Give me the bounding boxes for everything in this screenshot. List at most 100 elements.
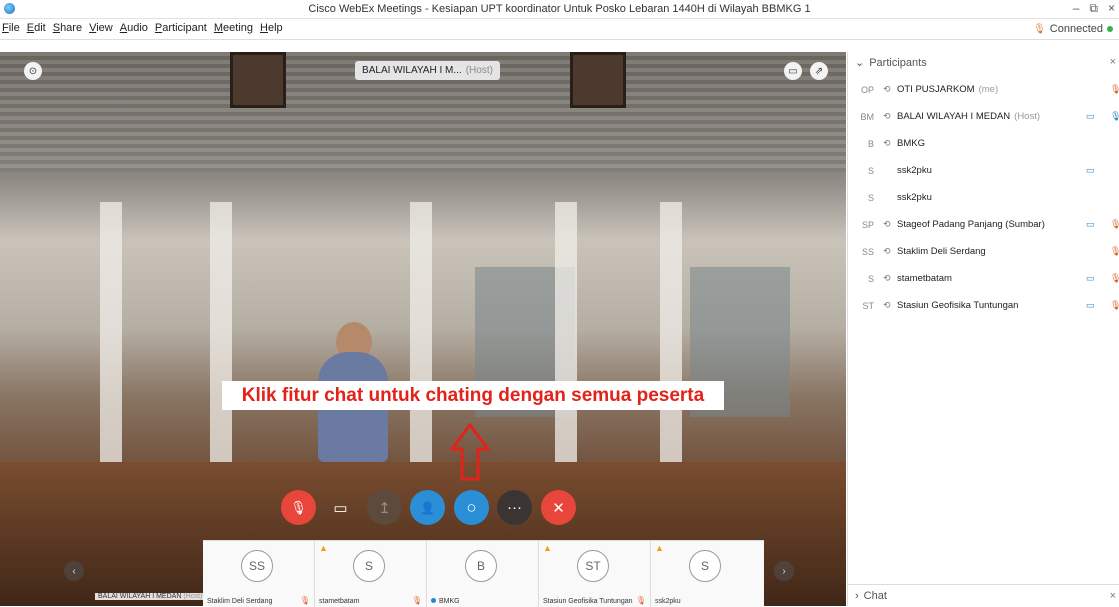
chat-icon: ○ — [466, 497, 477, 517]
participant-row[interactable]: SP ⟲ Stageof Padang Panjang (Sumbar) ▭ 🎙 — [848, 211, 1119, 238]
background-pillar — [210, 202, 232, 502]
menu-file[interactable]: File — [2, 22, 20, 34]
close-panel-icon[interactable]: × — [1110, 56, 1116, 68]
connection-status: 🎙 Connected — [1033, 23, 1113, 35]
share-screen-icon: ↥ — [378, 499, 391, 517]
participant-name: Stasiun Geofisika Tuntungan — [897, 300, 1019, 311]
target-icon[interactable]: ⊙ — [24, 62, 42, 80]
participant-name: Staklim Deli Serdang — [897, 246, 986, 257]
chevron-down-icon: ⌄ — [855, 57, 865, 69]
menu-edit[interactable]: Edit — [27, 22, 46, 34]
thumb-host-label: BALAI WILAYAH I MEDAN (Host) — [95, 593, 206, 600]
close-chat-icon[interactable]: × — [1110, 590, 1116, 602]
minimize-icon[interactable]: – — [1073, 1, 1080, 16]
thumbnail-label: Stasiun Geofisika Tuntungan — [543, 598, 633, 605]
thumbnail-label: stametbatam — [319, 598, 360, 605]
participants-icon: 👤 — [420, 500, 435, 515]
chat-button[interactable]: ○ — [454, 490, 489, 525]
video-camera-icon: ▭ — [1086, 219, 1095, 229]
participant-row[interactable]: SS ⟲ Staklim Deli Serdang 🎙 — [848, 238, 1119, 265]
menu-audio[interactable]: Audio — [120, 22, 148, 34]
participant-row[interactable]: B ⟲ BMKG — [848, 130, 1119, 157]
video-button[interactable]: ▭ — [323, 490, 358, 525]
close-icon[interactable]: × — [1108, 1, 1115, 16]
audio-connection-icon: ⟲ — [883, 300, 891, 310]
participant-row[interactable]: S ssk2pku — [848, 184, 1119, 211]
participant-name: OTI PUSJARKOM — [897, 84, 975, 95]
restore-icon[interactable]: ⧉ — [1089, 1, 1098, 16]
microphone-icon[interactable]: 🎙 — [1110, 111, 1119, 122]
participant-thumbnail[interactable]: ▲ ST Stasiun Geofisika Tuntungan 🎙 — [539, 541, 651, 607]
status-dot-icon — [431, 598, 436, 603]
menu-share[interactable]: Share — [53, 22, 82, 34]
microphone-muted-icon: 🎙 — [411, 596, 422, 605]
menu-help[interactable]: Help — [260, 22, 283, 34]
connected-dot-icon — [1107, 26, 1113, 32]
participant-row[interactable]: S ssk2pku ▭ — [848, 157, 1119, 184]
annotation-banner: Klik fitur chat untuk chating dengan sem… — [222, 381, 724, 410]
up-arrow-icon — [450, 423, 490, 481]
participant-thumbnail[interactable]: ▲ S stametbatam 🎙 — [315, 541, 427, 607]
thumbnail-label: BMKG — [439, 598, 460, 605]
thumbnail-label: Staklim Deli Serdang — [207, 598, 273, 605]
participant-thumbnail[interactable]: SS Staklim Deli Serdang 🎙 — [203, 541, 315, 607]
thumbnail-label-wrap: BMKG — [431, 598, 460, 605]
active-speaker-label: BALAI WILAYAH I M... (Host) — [355, 61, 500, 80]
participant-tag: (Host) — [1014, 111, 1041, 122]
participant-thumbnail[interactable]: ▲ S ssk2pku — [651, 541, 762, 607]
participant-name: BALAI WILAYAH I MEDAN — [897, 111, 1011, 122]
microphone-muted-icon[interactable]: 🎙 — [1110, 273, 1119, 284]
participants-header[interactable]: ⌄ Participants × — [848, 52, 1119, 73]
menu-participant[interactable]: Participant — [155, 22, 207, 34]
microphone-muted-icon: 🎙 — [290, 499, 307, 515]
background-pillar — [660, 202, 682, 502]
mute-button[interactable]: 🎙 — [281, 490, 316, 525]
menu-bar: File Edit Share View Audio Participant M… — [0, 19, 1119, 40]
share-button[interactable]: ↥ — [367, 490, 402, 525]
microphone-muted-icon[interactable]: 🎙 — [1110, 300, 1119, 311]
window-title: Cisco WebEx Meetings - Kesiapan UPT koor… — [308, 3, 811, 15]
participant-row[interactable]: S ⟲ stametbatam ▭ 🎙 — [848, 265, 1119, 292]
audio-connection-icon: ⟲ — [883, 273, 891, 283]
avatar: S — [353, 550, 385, 582]
popout-icon[interactable]: ⇗ — [810, 62, 828, 80]
microphone-muted-icon: 🎙 — [299, 596, 310, 605]
more-options-button[interactable]: ··· — [497, 490, 532, 525]
menu-meeting[interactable]: Meeting — [214, 22, 253, 34]
avatar: B — [465, 550, 497, 582]
participants-button[interactable]: 👤 — [410, 490, 445, 525]
audio-connection-icon: ⟲ — [883, 246, 891, 256]
participant-row[interactable]: BM ⟲ BALAI WILAYAH I MEDAN (Host) ▭ 🎙 — [848, 103, 1119, 130]
background-pillar — [100, 202, 122, 502]
avatar: S — [867, 165, 874, 176]
menu-list: File Edit Share View Audio Participant M… — [2, 22, 283, 34]
audio-connection-icon: ⟲ — [883, 219, 891, 229]
microphone-muted-icon[interactable]: 🎙 — [1110, 84, 1119, 95]
layout-icon[interactable]: ▭ — [784, 62, 802, 80]
thumbs-next-button[interactable]: › — [774, 561, 794, 581]
participants-title: Participants — [869, 56, 927, 69]
microphone-muted-icon[interactable]: 🎙 — [1110, 219, 1119, 230]
microphone-icon: 🎙 — [1033, 23, 1046, 35]
participant-name: stametbatam — [897, 273, 952, 284]
participant-name: ssk2pku — [897, 165, 932, 176]
leave-meeting-button[interactable]: ✕ — [541, 490, 576, 525]
warning-icon: ▲ — [319, 543, 328, 553]
warning-icon: ▲ — [655, 543, 664, 553]
participant-name: ssk2pku — [897, 192, 932, 203]
participant-thumbnail[interactable]: B BMKG — [427, 541, 539, 607]
participant-row[interactable]: OP ⟲ OTI PUSJARKOM (me) 🎙 — [848, 76, 1119, 103]
microphone-muted-icon[interactable]: 🎙 — [1110, 246, 1119, 257]
thumbs-prev-button[interactable]: ‹ — [64, 561, 84, 581]
video-camera-icon: ▭ — [1086, 111, 1095, 121]
chat-header[interactable]: › Chat × — [848, 584, 1119, 606]
wall-frame — [570, 52, 626, 108]
more-options-icon: ··· — [507, 499, 522, 516]
participants-panel: ⌄ Participants × OP ⟲ OTI PUSJARKOM (me)… — [847, 52, 1119, 606]
menu-view[interactable]: View — [89, 22, 113, 34]
participant-row[interactable]: ST ⟲ Stasiun Geofisika Tuntungan ▭ 🎙 — [848, 292, 1119, 319]
audio-connection-icon: ⟲ — [883, 138, 891, 148]
avatar: B — [867, 138, 874, 149]
thumb-host-tag: (Host) — [183, 593, 203, 600]
window-controls: – ⧉ × — [1073, 1, 1115, 16]
